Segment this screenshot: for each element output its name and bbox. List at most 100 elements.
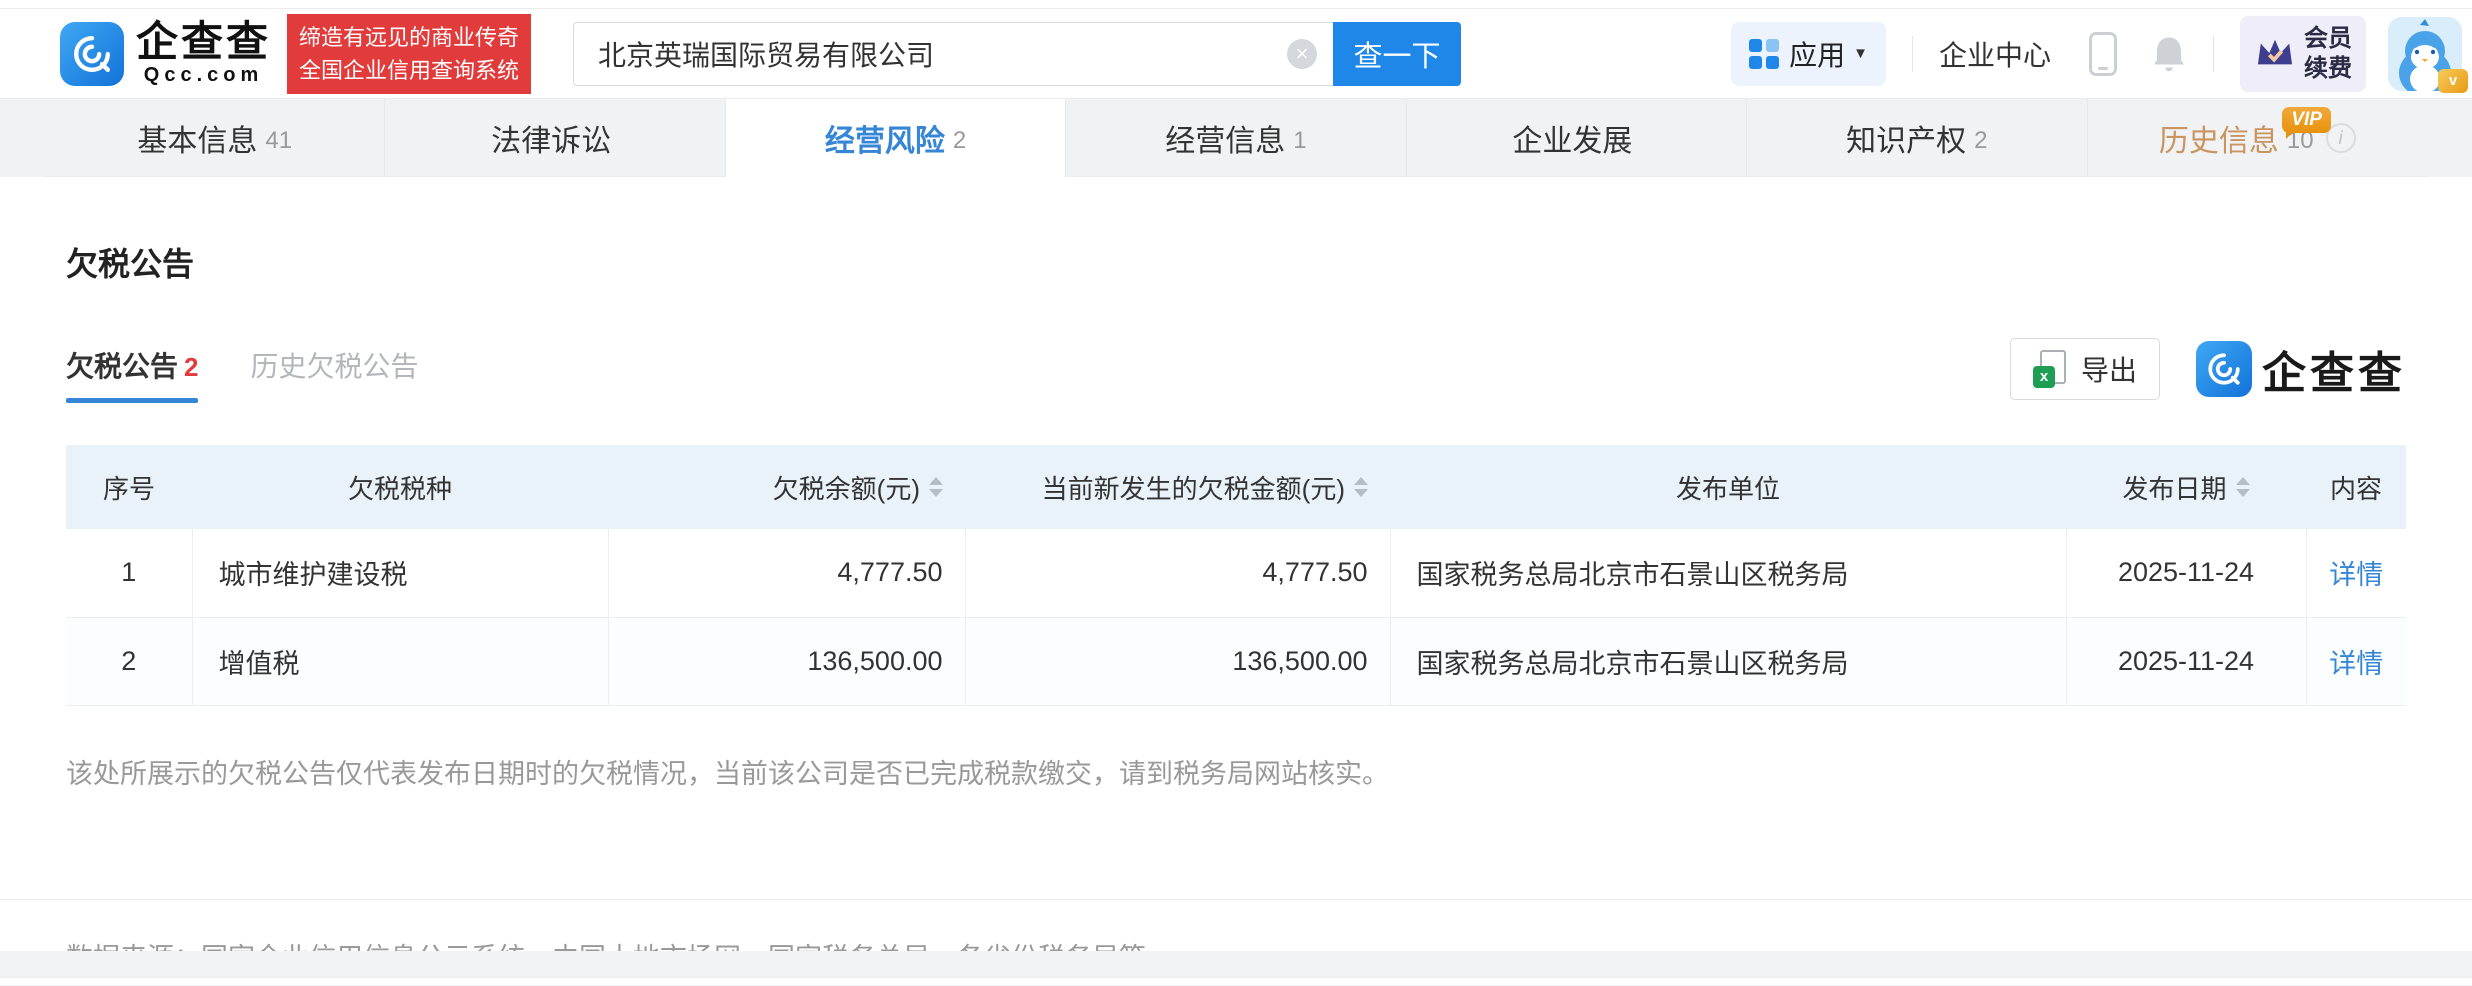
cell-tax-type: 增值税: [192, 617, 608, 705]
membership-label: 会员 续费: [2304, 24, 2352, 84]
tab-label: 经营风险: [825, 116, 945, 160]
sort-icon[interactable]: [1354, 477, 1368, 497]
chevron-down-icon: ▼: [1853, 45, 1868, 62]
membership-line-2: 续费: [2304, 54, 2352, 84]
tab-operating-info[interactable]: 经营信息 1: [1066, 99, 1406, 177]
membership-line-1: 会员: [2304, 24, 2352, 54]
cell-publish-date: 2025-11-24: [2066, 617, 2306, 705]
enterprise-center-link[interactable]: 企业中心: [1939, 34, 2051, 74]
tab-basic-info[interactable]: 基本信息 41: [45, 99, 385, 177]
crown-icon: [2254, 36, 2296, 72]
apps-grid-icon: [1749, 39, 1779, 69]
col-seq: 序号: [66, 445, 192, 529]
header-right: 应用 ▼ 企业中心 会员 续费: [1731, 16, 2462, 92]
brand-slogan: 缔造有远见的商业传奇 全国企业信用查询系统: [287, 14, 531, 94]
brand-name: 企查查: [136, 20, 271, 64]
cell-new-arrears: 136,500.00: [965, 617, 1390, 705]
tab-intellectual-property[interactable]: 知识产权 2: [1747, 99, 2087, 177]
cell-arrears-balance: 136,500.00: [608, 617, 965, 705]
qcc-watermark-text: 企查查: [2262, 337, 2406, 401]
qcc-logo-text: 企查查 Qcc.com: [136, 20, 271, 87]
search-button[interactable]: 查一下: [1333, 22, 1461, 86]
cell-detail: 详情: [2306, 529, 2406, 617]
vip-corner-badge: v: [2438, 69, 2468, 93]
col-issuing-authority: 发布单位: [1390, 445, 2066, 529]
tab-count: 41: [265, 127, 292, 155]
company-detail-tabbar: 基本信息 41 法律诉讼 经营风险 2 经营信息 1 企业发展 知识产权 2 V…: [0, 99, 2472, 177]
detail-link[interactable]: 详情: [2329, 649, 2383, 679]
subtab-row: 欠税公告 2 历史欠税公告 x 导出: [66, 337, 2406, 411]
cell-arrears-balance: 4,777.50: [608, 529, 965, 617]
disclaimer-text: 该处所展示的欠税公告仅代表发布日期时的欠税情况，当前该公司是否已完成税款缴交，请…: [66, 752, 2406, 791]
section-title: 欠税公告: [66, 177, 2406, 285]
qcc-watermark: 企查查: [2196, 337, 2406, 401]
tab-legal-litigation[interactable]: 法律诉讼: [385, 99, 725, 177]
qcc-watermark-icon: [2196, 341, 2252, 397]
search-bar: × 查一下: [573, 22, 1461, 86]
table-header: 序号 欠税税种 欠税余额(元) 当前新发生的欠税金额(元) 发布单位 发布日期 …: [66, 445, 2406, 529]
cell-issuing-authority: 国家税务总局北京市石景山区税务局: [1390, 529, 2066, 617]
export-button[interactable]: x 导出: [2010, 338, 2160, 400]
subtab-history-tax-arrears[interactable]: 历史欠税公告: [250, 345, 418, 403]
tab-company-development[interactable]: 企业发展: [1407, 99, 1747, 177]
tab-count: 1: [1293, 127, 1306, 155]
export-label: 导出: [2081, 349, 2137, 389]
tab-label: 企业发展: [1512, 116, 1632, 160]
qcc-logo-icon: [60, 22, 124, 86]
tab-count: 2: [953, 127, 966, 155]
tax-arrears-section: 欠税公告 欠税公告 2 历史欠税公告 x 导出: [0, 177, 2472, 951]
data-source-text: 数据来源：国家企业信用信息公示系统、中国土地市场网、国家税务总局、各省份税务局等…: [66, 936, 2406, 952]
sort-icon[interactable]: [929, 477, 943, 497]
col-new-arrears: 当前新发生的欠税金额(元): [965, 445, 1390, 529]
table-row: 1 城市维护建设税 4,777.50 4,777.50 国家税务总局北京市石景山…: [66, 529, 2406, 617]
search-box: ×: [573, 22, 1333, 86]
apps-label: 应用: [1789, 34, 1845, 74]
subtab-tax-arrears[interactable]: 欠税公告 2: [66, 345, 198, 403]
col-publish-date: 发布日期: [2066, 445, 2306, 529]
membership-renewal-button[interactable]: 会员 续费: [2240, 16, 2366, 92]
mobile-app-icon[interactable]: [2089, 32, 2117, 76]
cell-seq: 2: [66, 617, 192, 705]
next-card-edge: [0, 977, 2472, 985]
cell-seq: 1: [66, 529, 192, 617]
tab-operating-risk[interactable]: 经营风险 2: [726, 99, 1066, 177]
tax-arrears-table: 序号 欠税税种 欠税余额(元) 当前新发生的欠税金额(元) 发布单位 发布日期 …: [66, 445, 2406, 706]
divider: [1912, 36, 1913, 72]
subtab-actions: x 导出 企查查: [2010, 337, 2406, 411]
excel-icon: x: [2033, 350, 2069, 388]
notifications-bell-icon[interactable]: [2151, 34, 2187, 74]
divider: [2213, 36, 2214, 72]
subtab-count: 2: [184, 352, 198, 383]
brand-domain: Qcc.com: [144, 64, 263, 87]
cell-issuing-authority: 国家税务总局北京市石景山区税务局: [1390, 617, 2066, 705]
tab-history-info[interactable]: VIP 历史信息 10 i: [2088, 99, 2427, 177]
tab-count: 2: [1974, 127, 1987, 155]
col-arrears-balance: 欠税余额(元): [608, 445, 965, 529]
page-background-gap: [0, 951, 2472, 977]
user-avatar[interactable]: v: [2388, 17, 2462, 91]
tab-label: 经营信息: [1165, 116, 1285, 160]
detail-link[interactable]: 详情: [2329, 560, 2383, 590]
search-input[interactable]: [573, 22, 1333, 86]
qcc-logo[interactable]: 企查查 Qcc.com: [60, 20, 271, 87]
subtab-label: 欠税公告: [66, 345, 178, 385]
subtab-label: 历史欠税公告: [250, 345, 418, 385]
tab-label: 基本信息: [137, 116, 257, 160]
site-header: 企查查 Qcc.com 缔造有远见的商业传奇 全国企业信用查询系统 × 查一下 …: [0, 9, 2472, 99]
col-tax-type: 欠税税种: [192, 445, 608, 529]
section-divider: [0, 899, 2472, 900]
sort-icon[interactable]: [2236, 477, 2250, 497]
apps-menu-button[interactable]: 应用 ▼: [1731, 22, 1886, 86]
cell-new-arrears: 4,777.50: [965, 529, 1390, 617]
slogan-line-1: 缔造有远见的商业传奇: [299, 21, 519, 54]
tab-label: 法律诉讼: [491, 116, 611, 160]
cell-publish-date: 2025-11-24: [2066, 529, 2306, 617]
page-top-strip: [0, 0, 2472, 9]
clear-search-icon[interactable]: ×: [1287, 39, 1317, 69]
tab-label: 历史信息: [2159, 116, 2279, 160]
cell-tax-type: 城市维护建设税: [192, 529, 608, 617]
tab-label: 知识产权: [1846, 116, 1966, 160]
slogan-line-2: 全国企业信用查询系统: [299, 54, 519, 87]
col-content: 内容: [2306, 445, 2406, 529]
vip-badge: VIP: [2282, 107, 2331, 133]
